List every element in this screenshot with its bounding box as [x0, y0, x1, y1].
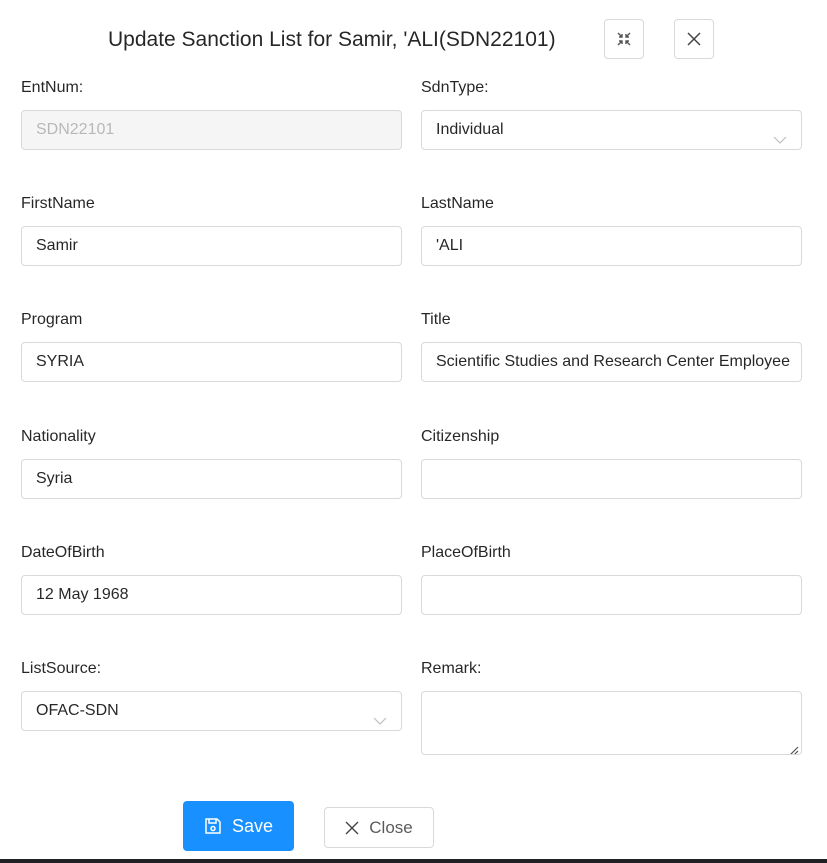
program-field: Program SYRIA: [21, 309, 402, 382]
placeofbirth-label: PlaceOfBirth: [421, 544, 511, 561]
placeofbirth-input[interactable]: [421, 575, 802, 615]
entnum-field: EntNum: SDN22101: [21, 77, 402, 150]
citizenship-field: Citizenship: [421, 426, 802, 499]
save-icon: [204, 817, 222, 835]
listsource-label: ListSource:: [21, 660, 102, 677]
close-label: Close: [369, 817, 413, 837]
listsource-value: OFAC-SDN: [36, 702, 119, 719]
fullscreen-icon: [616, 31, 632, 47]
bottom-bar: [0, 859, 827, 863]
update-sanction-dialog: Update Sanction List for Samir, 'ALI(SDN…: [0, 0, 827, 863]
entnum-label: EntNum:: [21, 79, 84, 96]
placeofbirth-field: PlaceOfBirth: [421, 542, 802, 615]
resize-handle-icon[interactable]: [788, 741, 799, 754]
dateofbirth-label: DateOfBirth: [21, 544, 105, 561]
fullscreen-button[interactable]: [604, 19, 644, 59]
remark-label: Remark:: [421, 660, 482, 677]
sdntype-value: Individual: [436, 121, 504, 138]
sdntype-field: SdnType: Individual: [421, 77, 802, 150]
dialog-title: Update Sanction List for Samir, 'ALI(SDN…: [108, 28, 556, 51]
sdntype-select[interactable]: Individual: [421, 110, 802, 150]
close-icon: [686, 31, 702, 47]
remark-field: Remark:: [421, 658, 802, 755]
nationality-field: Nationality Syria: [21, 426, 402, 499]
save-button[interactable]: Save: [183, 801, 294, 851]
dateofbirth-input[interactable]: 12 May 1968: [21, 575, 402, 615]
dateofbirth-field: DateOfBirth 12 May 1968: [21, 542, 402, 615]
nationality-label: Nationality: [21, 428, 96, 445]
firstname-input[interactable]: Samir: [21, 226, 402, 266]
lastname-label: LastName: [421, 195, 494, 212]
remark-textarea[interactable]: [421, 691, 802, 755]
citizenship-label: Citizenship: [421, 428, 500, 445]
save-label: Save: [231, 815, 274, 836]
title-input[interactable]: Scientific Studies and Research Center E…: [421, 342, 802, 382]
lastname-field: LastName 'ALI: [421, 193, 802, 266]
listsource-select[interactable]: OFAC-SDN: [21, 691, 402, 731]
entnum-input: SDN22101: [21, 110, 402, 150]
close-button[interactable]: Close: [324, 807, 434, 848]
close-icon: [345, 821, 359, 835]
chevron-down-icon: [373, 705, 387, 725]
program-label: Program: [21, 311, 83, 328]
citizenship-input[interactable]: [421, 459, 802, 499]
program-input[interactable]: SYRIA: [21, 342, 402, 382]
chevron-down-icon: [773, 124, 787, 144]
listsource-field: ListSource: OFAC-SDN: [21, 658, 402, 731]
title-label: Title: [421, 311, 451, 328]
firstname-field: FirstName Samir: [21, 193, 402, 266]
firstname-label: FirstName: [21, 195, 95, 212]
dialog-close-button[interactable]: [674, 19, 714, 59]
sdntype-label: SdnType:: [421, 79, 489, 96]
lastname-input[interactable]: 'ALI: [421, 226, 802, 266]
title-field: Title Scientific Studies and Research Ce…: [421, 309, 802, 382]
nationality-input[interactable]: Syria: [21, 459, 402, 499]
